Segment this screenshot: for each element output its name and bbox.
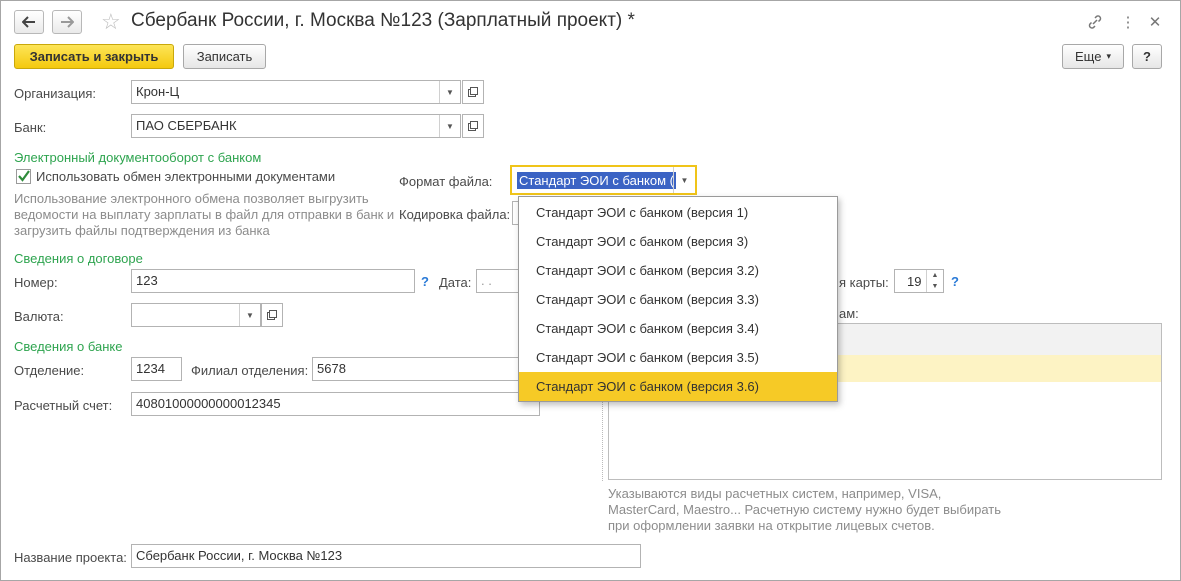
back-arrow-icon bbox=[22, 16, 35, 28]
payment-hint-line3: при оформлении заявки на открытие лицевы… bbox=[608, 518, 935, 533]
currency-field[interactable]: ▼ bbox=[131, 303, 261, 327]
currency-label: Валюта: bbox=[14, 309, 64, 324]
card-term-label: я карты: bbox=[839, 275, 889, 290]
dropdown-option-selected[interactable]: Стандарт ЭОИ с банком (версия 3.6) bbox=[519, 372, 837, 401]
bankinfo-section-title: Сведения о банке bbox=[14, 339, 123, 354]
org-field[interactable]: Крон-Ц ▼ bbox=[131, 80, 461, 104]
contract-section-title: Сведения о договоре bbox=[14, 251, 143, 266]
window-title: Сбербанк России, г. Москва №123 (Зарплат… bbox=[131, 10, 635, 31]
number-field[interactable]: 123 bbox=[131, 269, 415, 293]
file-format-value: Стандарт ЭОИ с банком ( bbox=[517, 172, 676, 189]
org-label: Организация: bbox=[14, 86, 97, 101]
project-name-field[interactable]: Сбербанк России, г. Москва №123 bbox=[131, 544, 641, 568]
edo-hint-line1: Использование электронного обмена позвол… bbox=[14, 191, 369, 206]
forward-arrow-icon bbox=[61, 16, 74, 28]
card-term-field[interactable]: 19 ▲ ▼ bbox=[894, 269, 944, 293]
date-label: Дата: bbox=[439, 275, 472, 290]
dropdown-option[interactable]: Стандарт ЭОИ с банком (версия 3.4) bbox=[519, 314, 837, 343]
account-field[interactable]: 40801000000000012345 bbox=[131, 392, 540, 416]
bank-label: Банк: bbox=[14, 120, 47, 135]
open-form-icon bbox=[468, 87, 478, 97]
edo-hint-line3: загрузить файлы подтверждения из банка bbox=[14, 223, 270, 238]
checkmark-icon bbox=[18, 170, 30, 182]
edo-checkbox-label[interactable]: Использовать обмен электронными документ… bbox=[36, 169, 335, 184]
spinner-icon[interactable]: ▲ ▼ bbox=[926, 270, 943, 292]
file-format-dropdown-list: Стандарт ЭОИ с банком (версия 1) Стандар… bbox=[518, 196, 838, 402]
dropdown-arrow-icon[interactable]: ▼ bbox=[239, 304, 260, 326]
payment-hint-line1: Указываются виды расчетных систем, напри… bbox=[608, 486, 942, 501]
edo-checkbox[interactable] bbox=[16, 169, 31, 184]
branch-label: Отделение: bbox=[14, 363, 85, 378]
account-label: Расчетный счет: bbox=[14, 398, 113, 413]
save-and-close-button[interactable]: Записать и закрыть bbox=[14, 44, 174, 69]
divider bbox=[602, 396, 603, 481]
branch-field[interactable]: 1234 bbox=[131, 357, 182, 381]
form-window: ☆ Сбербанк России, г. Москва №123 (Зарпл… bbox=[0, 0, 1181, 581]
date-field[interactable]: . . bbox=[476, 269, 521, 293]
subbranch-field[interactable]: 5678 bbox=[312, 357, 522, 381]
currency-open-button[interactable] bbox=[261, 303, 283, 327]
payment-systems-label: ам: bbox=[839, 306, 859, 321]
project-name-label: Название проекта: bbox=[14, 550, 127, 565]
forward-button[interactable] bbox=[52, 10, 82, 34]
dropdown-arrow-icon[interactable]: ▼ bbox=[439, 115, 460, 137]
file-format-select[interactable]: Стандарт ЭОИ с банком ( ▼ bbox=[510, 165, 697, 195]
link-icon[interactable] bbox=[1084, 11, 1106, 33]
card-help-icon[interactable]: ? bbox=[951, 274, 959, 289]
back-button[interactable] bbox=[14, 10, 44, 34]
favorite-star-icon[interactable]: ☆ bbox=[101, 9, 121, 35]
dropdown-arrow-icon: ▾ bbox=[1106, 51, 1111, 61]
bank-open-button[interactable] bbox=[462, 114, 484, 138]
number-label: Номер: bbox=[14, 275, 58, 290]
more-button[interactable]: Еще ▾ bbox=[1062, 44, 1124, 69]
open-form-icon bbox=[267, 310, 277, 320]
bank-field[interactable]: ПАО СБЕРБАНК ▼ bbox=[131, 114, 461, 138]
edo-hint-line2: ведомости на выплату зарплаты в файл для… bbox=[14, 207, 395, 222]
help-button[interactable]: ? bbox=[1132, 44, 1162, 69]
org-open-button[interactable] bbox=[462, 80, 484, 104]
close-icon[interactable]: ✕ bbox=[1144, 11, 1166, 33]
org-value: Крон-Ц bbox=[136, 84, 180, 99]
payment-hint-line2: MasterCard, Maestro... Расчетную систему… bbox=[608, 502, 1002, 517]
open-form-icon bbox=[468, 121, 478, 131]
dropdown-option[interactable]: Стандарт ЭОИ с банком (версия 3.5) bbox=[519, 343, 837, 372]
dropdown-option[interactable]: Стандарт ЭОИ с банком (версия 3.3) bbox=[519, 285, 837, 314]
save-button[interactable]: Записать bbox=[183, 44, 266, 69]
edo-section-title: Электронный документооборот с банком bbox=[14, 150, 262, 165]
encoding-label: Кодировка файла: bbox=[399, 207, 511, 222]
card-term-value: 19 bbox=[907, 274, 922, 289]
number-help-icon[interactable]: ? bbox=[421, 274, 429, 289]
more-label: Еще bbox=[1075, 49, 1102, 64]
dropdown-option[interactable]: Стандарт ЭОИ с банком (версия 1) bbox=[519, 198, 837, 227]
subbranch-label: Филиал отделения: bbox=[191, 363, 309, 378]
file-format-label: Формат файла: bbox=[399, 174, 493, 189]
dropdown-option[interactable]: Стандарт ЭОИ с банком (версия 3) bbox=[519, 227, 837, 256]
dropdown-arrow-icon[interactable]: ▼ bbox=[673, 167, 695, 193]
bank-value: ПАО СБЕРБАНК bbox=[136, 118, 237, 133]
dropdown-option[interactable]: Стандарт ЭОИ с банком (версия 3.2) bbox=[519, 256, 837, 285]
dropdown-arrow-icon[interactable]: ▼ bbox=[439, 81, 460, 103]
more-vertical-icon[interactable]: ⋮ bbox=[1117, 11, 1139, 33]
